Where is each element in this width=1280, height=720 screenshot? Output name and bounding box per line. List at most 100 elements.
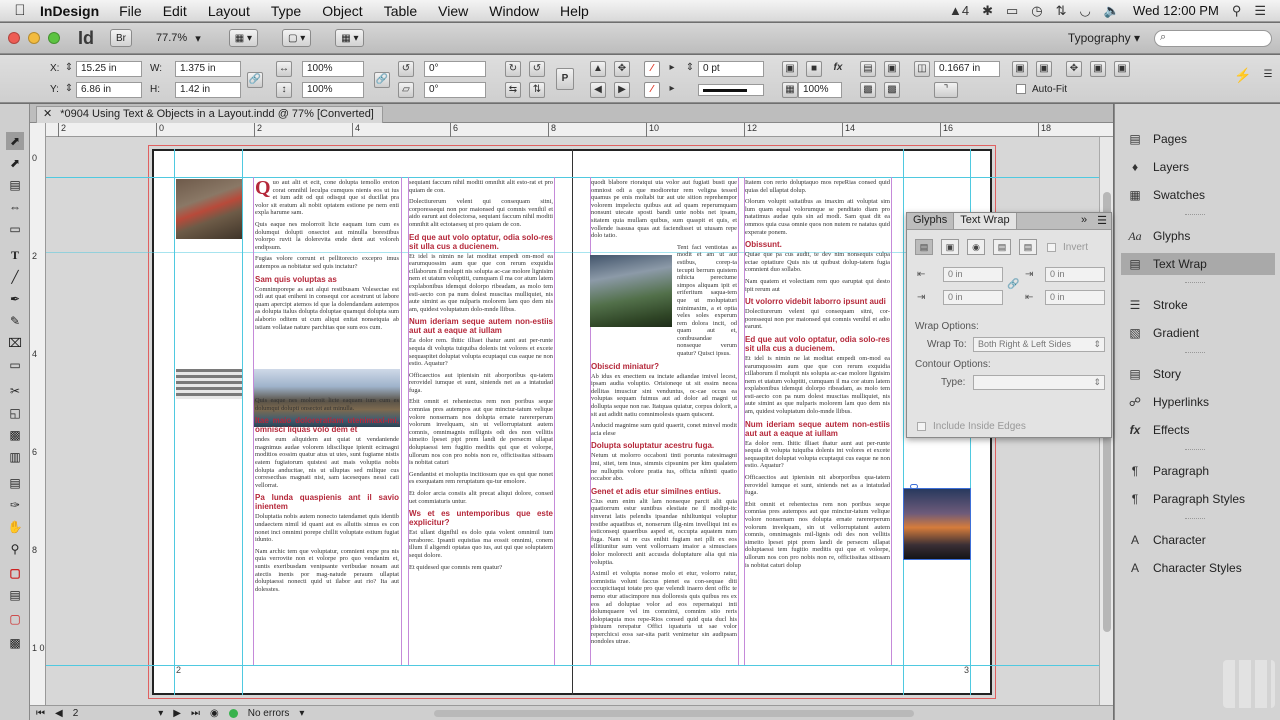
fill-frame-icon[interactable]: ▩ — [860, 82, 876, 98]
content-grabber-handle[interactable] — [910, 484, 918, 489]
select-container-icon[interactable]: ▲ — [590, 61, 606, 77]
jump-next-column-button[interactable]: ▤ — [1019, 239, 1037, 255]
page-number-field[interactable]: 2 — [73, 708, 79, 719]
woman-photo[interactable] — [176, 179, 242, 239]
lightning-icon[interactable]: ⚡ — [1234, 68, 1251, 84]
ruler-guide[interactable] — [46, 665, 1099, 666]
menu-file[interactable]: File — [119, 3, 142, 19]
volume-icon[interactable]: 🔈 — [1104, 3, 1120, 19]
horizontal-ruler[interactable]: 2 0 2 4 6 8 10 12 14 16 18 — [46, 123, 1113, 137]
wifi-icon[interactable]: ◡ — [1080, 3, 1091, 19]
constrain-scale-icon[interactable]: 🔗 — [374, 72, 390, 88]
spotlight-icon[interactable]: ⚲ — [1232, 3, 1242, 19]
menu-help[interactable]: Help — [560, 3, 589, 19]
panel-menu-icon[interactable]: ☰ — [1260, 68, 1276, 84]
jump-object-button[interactable]: ▤ — [993, 239, 1011, 255]
tab-glyphs[interactable]: Glyphs — [907, 213, 955, 229]
fill-stroke-swatch-icon[interactable]: ▢ — [6, 564, 24, 582]
top-offset-field[interactable]: 0 in — [943, 267, 1003, 282]
zoom-level-dropdown[interactable]: 77.7% ▾ — [156, 32, 201, 45]
gap-field[interactable]: 0.1667 in — [934, 61, 1000, 77]
zoom-window-button[interactable] — [48, 32, 60, 44]
fit-content-proportionally-icon[interactable]: ▣ — [1012, 61, 1028, 77]
time-machine-icon[interactable]: ◷ — [1031, 3, 1042, 19]
stroke-weight-stepper-icon[interactable]: ⇕ — [682, 61, 698, 77]
ruler-guide[interactable] — [46, 177, 1099, 178]
gradient-swatch-tool-icon[interactable]: ▩ — [6, 426, 24, 444]
rectangle-tool-icon[interactable]: ▭ — [6, 356, 24, 374]
object-effects-icon[interactable]: ■ — [806, 61, 822, 77]
minimize-window-button[interactable] — [28, 32, 40, 44]
vertical-ruler[interactable]: 0 2 4 6 8 1 0 — [30, 123, 46, 705]
bottom-offset-field[interactable]: 0 in — [943, 290, 1003, 305]
dock-item-story[interactable]: ▤ Story — [1121, 363, 1275, 385]
stroke-none-swatch[interactable]: ⁄ — [644, 82, 660, 98]
height-field[interactable]: 1.42 in — [175, 82, 241, 98]
gradient-feather-tool-icon[interactable]: ▥ — [6, 448, 24, 466]
adobe-status-icon[interactable]: ▲4 — [949, 3, 969, 18]
dock-item-swatches[interactable]: ▦ Swatches — [1121, 184, 1275, 206]
type-tool-icon[interactable]: T — [6, 246, 24, 264]
ruler-guide[interactable] — [174, 149, 175, 695]
fill-none-swatch[interactable]: ⁄ — [644, 61, 660, 77]
menu-window[interactable]: Window — [489, 3, 539, 19]
screen-mode-button[interactable]: ▢ ▾ — [281, 29, 312, 47]
menu-object[interactable]: Object — [322, 3, 362, 19]
stroke-type-dropdown[interactable] — [698, 84, 764, 96]
select-previous-icon[interactable]: ◀ — [590, 82, 606, 98]
document-tab[interactable]: ✕ *0904 Using Text & Objects in a Layout… — [36, 106, 383, 123]
sync-icon[interactable]: ⇅ — [1056, 3, 1067, 19]
zoom-tool-icon[interactable]: ⚲ — [6, 540, 24, 558]
workspace-switcher[interactable]: Typography ▾ — [1068, 31, 1140, 45]
preflight-icon[interactable]: ◉ — [210, 708, 219, 719]
menu-table[interactable]: Table — [384, 3, 417, 19]
dock-item-hyperlinks[interactable]: ☍ Hyperlinks — [1121, 391, 1275, 413]
ruler-guide[interactable] — [903, 149, 904, 695]
apple-menu-icon[interactable]:  — [0, 2, 40, 19]
dock-item-gradient[interactable]: ▧ Gradient — [1121, 322, 1275, 344]
corner-options-icon[interactable]: ⌝ — [934, 82, 958, 98]
formatting-affects-container-icon[interactable]: ▤ — [6, 586, 24, 604]
dock-item-character-styles[interactable]: A Character Styles — [1121, 557, 1275, 579]
content-fitting-icon[interactable]: ▣ — [1114, 61, 1130, 77]
x-stepper-icon[interactable]: ⇕ — [64, 61, 74, 77]
dock-item-stroke[interactable]: ☰ Stroke — [1121, 294, 1275, 316]
dock-item-text-wrap[interactable]: ▤ Text Wrap — [1121, 253, 1275, 275]
link-offsets-icon[interactable]: 🔗 — [1007, 279, 1019, 290]
right-offset-field[interactable]: 0 in — [1045, 290, 1105, 305]
text-column-3[interactable]: quodi blabore rioratqui uta volor aut fu… — [591, 179, 737, 665]
menu-view[interactable]: View — [438, 3, 468, 19]
gap-tool-icon[interactable]: ◫ — [914, 61, 930, 77]
y-position-field[interactable]: 6.86 in — [76, 82, 142, 98]
text-column-4[interactable]: Itatem con rerio doluptaquo mos repeRias… — [745, 179, 890, 665]
placeholder-lines-graphic[interactable] — [176, 369, 242, 399]
view-options-button[interactable]: ▦ ▾ — [228, 29, 258, 47]
stroke-weight-field[interactable]: 0 pt — [698, 61, 764, 77]
collapse-panel-icon[interactable]: » — [1075, 213, 1093, 229]
go-to-bridge-button[interactable]: Br — [110, 29, 132, 47]
shear-field[interactable]: 0° — [424, 82, 486, 98]
menu-edit[interactable]: Edit — [163, 3, 187, 19]
invert-checkbox[interactable] — [1047, 243, 1056, 252]
rotate-90-cw-icon[interactable]: ↻ — [505, 61, 521, 77]
gap-tool-icon[interactable]: ⇔ — [6, 198, 24, 216]
flip-vertical-icon[interactable]: ⇅ — [529, 82, 545, 98]
screen-mode-icon[interactable]: ▩ — [6, 634, 24, 652]
reference-point-p-icon[interactable]: P — [556, 68, 574, 90]
center-content-icon[interactable]: ▩ — [884, 82, 900, 98]
menu-type[interactable]: Type — [271, 3, 301, 19]
page-dropdown-icon[interactable]: ▾ — [158, 708, 163, 719]
line-tool-icon[interactable]: ╱ — [6, 268, 24, 286]
horizontal-scrollbar[interactable] — [434, 709, 915, 717]
eyedropper-tool-icon[interactable]: ✑ — [6, 496, 24, 514]
wrap-object-shape-button[interactable]: ◉ — [967, 239, 985, 255]
wrap-bounding-box-button[interactable]: ▣ — [941, 239, 959, 255]
sunset-photo-selected[interactable] — [903, 488, 971, 560]
dock-item-effects[interactable]: fx Effects — [1121, 419, 1275, 441]
scale-y-field[interactable]: 100% — [302, 82, 364, 98]
page-tool-icon[interactable]: ▤ — [6, 176, 24, 194]
next-page-icon[interactable]: ▶ — [173, 708, 181, 719]
rotation-field[interactable]: 0° — [424, 61, 486, 77]
last-page-icon[interactable]: ⏭ — [191, 708, 200, 719]
free-transform-tool-icon[interactable]: ◱ — [6, 404, 24, 422]
